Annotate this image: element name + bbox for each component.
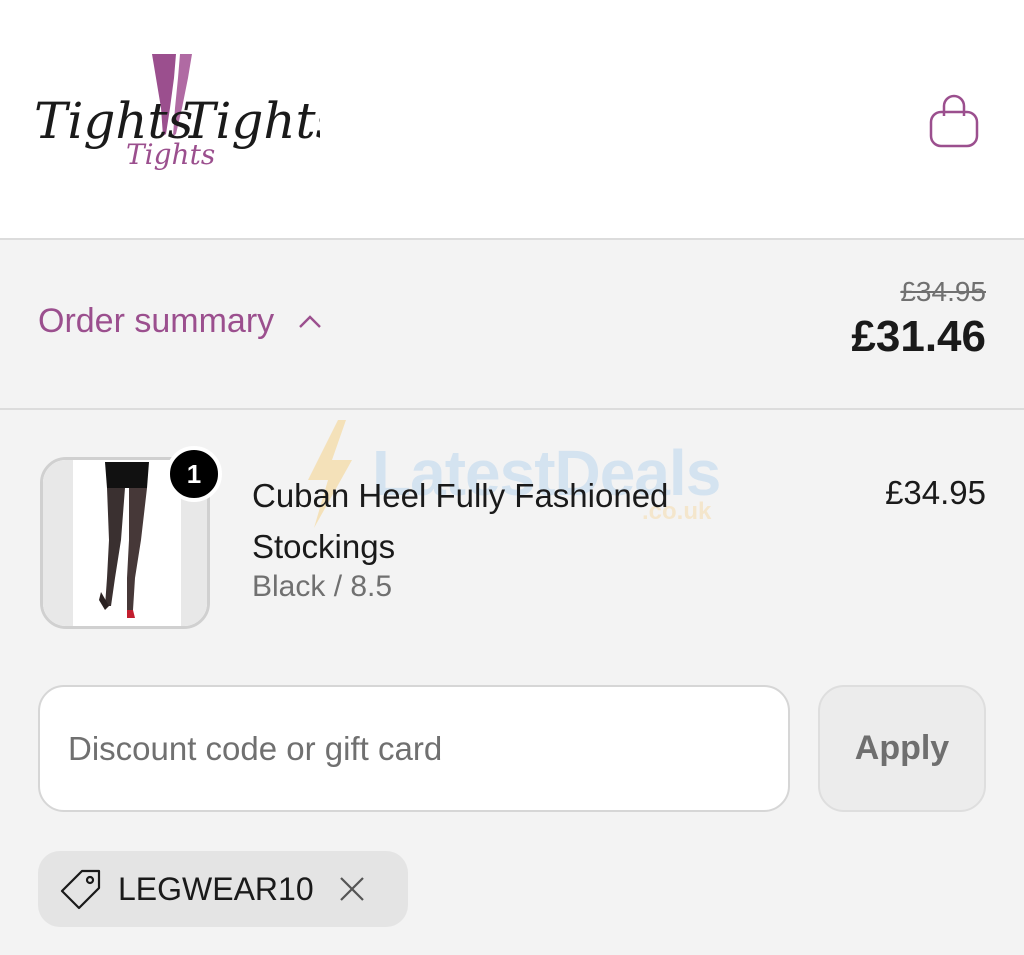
product-name: Cuban Heel Fully Fashioned Stockings	[252, 477, 669, 565]
discount-code-input[interactable]	[38, 685, 790, 812]
order-totals: £34.95 £31.46	[851, 276, 986, 362]
tag-icon	[60, 869, 101, 910]
chevron-up-icon	[299, 314, 321, 328]
product-price: £34.95	[885, 474, 986, 511]
site-header: Tights Tights Tights	[0, 0, 1024, 240]
applied-discount-chip: LEGWEAR10	[38, 851, 408, 927]
quantity-badge: 1	[166, 446, 222, 502]
remove-discount-button[interactable]	[338, 875, 366, 903]
apply-button[interactable]: Apply	[818, 685, 986, 812]
cart-button[interactable]	[922, 90, 986, 154]
discounted-total: £31.46	[851, 312, 986, 361]
order-summary-toggle[interactable]: Order summary	[38, 302, 322, 341]
discount-code-label: LEGWEAR10	[118, 870, 314, 907]
tights-tights-logo: Tights Tights Tights	[34, 54, 341, 171]
order-summary-label: Order summary	[38, 302, 275, 340]
original-total: £34.95	[900, 276, 986, 307]
close-icon	[339, 877, 364, 901]
shopping-bag-icon	[929, 94, 979, 148]
svg-text:Tights: Tights	[126, 138, 215, 171]
store-logo[interactable]: Tights Tights Tights	[30, 48, 341, 193]
product-variant: Black / 8.5	[252, 570, 393, 603]
